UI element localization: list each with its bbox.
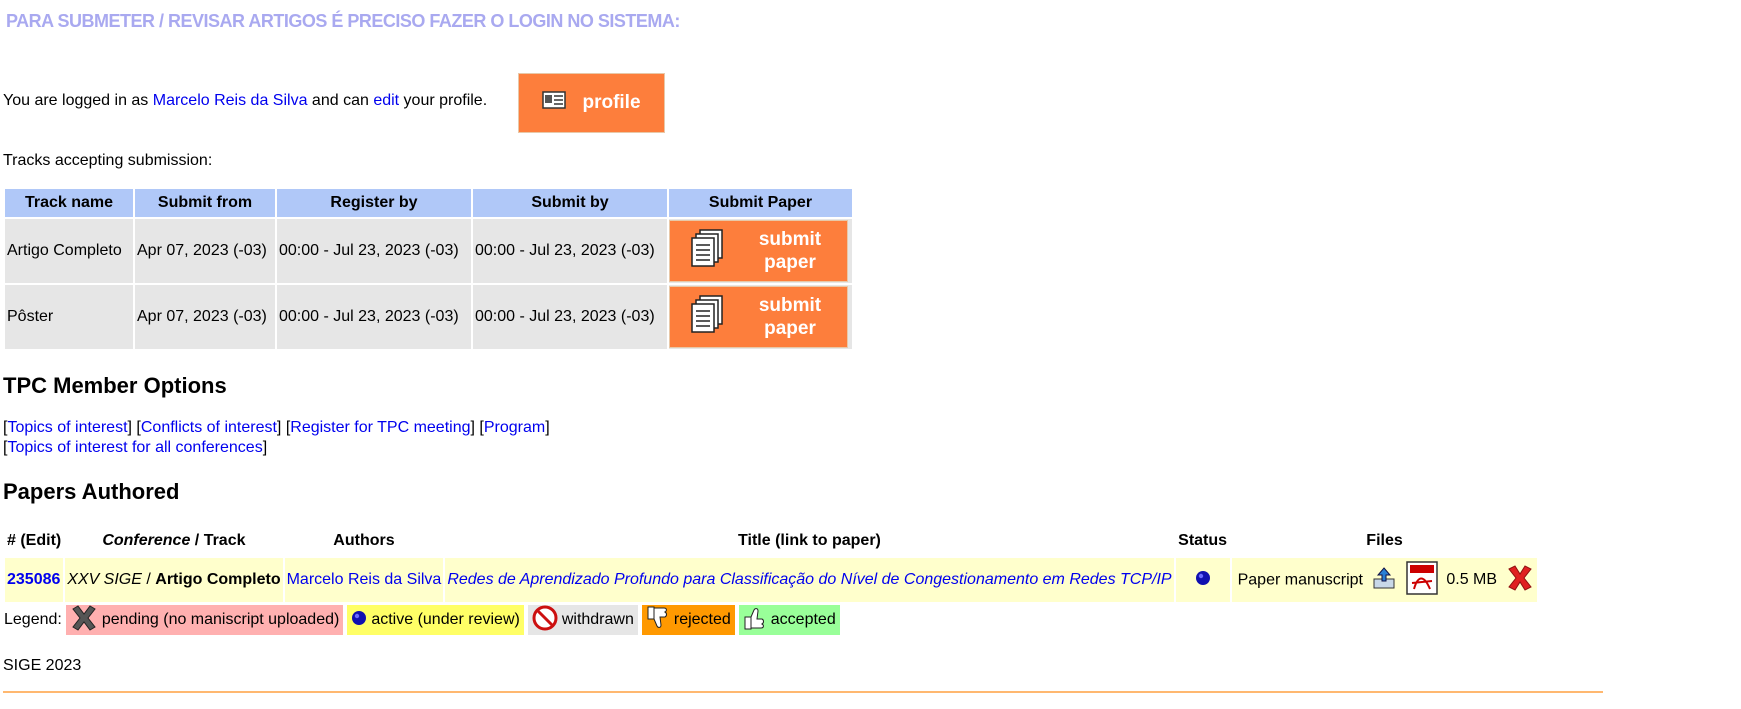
profile-button[interactable]: profile	[518, 73, 665, 133]
legend-label: Legend:	[4, 611, 62, 628]
tracks-label: Tracks accepting submission:	[3, 152, 213, 169]
table-row: Artigo Completo Apr 07, 2023 (-03) 00:00…	[5, 219, 852, 283]
footer-text: SIGE 2023	[3, 657, 82, 674]
legend-pending: pending (no maniscript uploaded)	[65, 604, 344, 637]
track-name: Pôster	[5, 285, 133, 349]
blue-dot-icon	[351, 610, 367, 631]
tpc-title: TPC Member Options	[3, 373, 227, 398]
track-name: Artigo Completo	[5, 219, 133, 283]
paper-conference: XXV SIGE	[67, 571, 142, 588]
submit-paper-label: submit paper	[740, 294, 840, 340]
submit-label-line2: paper	[764, 318, 816, 339]
footer-divider	[3, 691, 1603, 693]
no-entry-icon	[532, 605, 558, 636]
submit-by: 00:00 - Jul 23, 2023 (-03)	[473, 285, 667, 349]
legend-accepted: accepted	[738, 605, 840, 636]
x-icon	[70, 604, 98, 637]
col-submit-from: Submit from	[135, 189, 275, 217]
tracks-table: Track name Submit from Register by Submi…	[3, 187, 854, 351]
register-tpc-meeting-link[interactable]: Register for TPC meeting	[290, 419, 470, 436]
submit-paper-cell: submit paper	[669, 219, 852, 283]
legend-active-text: active (under review)	[371, 611, 520, 628]
thumbs-down-icon	[646, 605, 670, 636]
conflicts-of-interest-link[interactable]: Conflicts of interest	[141, 419, 277, 436]
submit-paper-button[interactable]: submit paper	[669, 220, 848, 282]
login-banner: PARA SUBMETER / REVISAR ARTIGOS É PRECIS…	[6, 11, 680, 31]
user-name-link[interactable]: Marcelo Reis da Silva	[153, 92, 308, 109]
register-by: 00:00 - Jul 23, 2023 (-03)	[277, 285, 471, 349]
documents-icon	[690, 294, 726, 340]
papers-header-row: # (Edit) Conference / Track Authors Titl…	[5, 526, 1537, 556]
legend-pending-text: pending (no maniscript uploaded)	[101, 611, 340, 628]
papers-table: # (Edit) Conference / Track Authors Titl…	[3, 524, 1539, 604]
submit-from: Apr 07, 2023 (-03)	[135, 285, 275, 349]
tpc-links: [Topics of interest] [Conflicts of inter…	[3, 419, 550, 456]
submit-by: 00:00 - Jul 23, 2023 (-03)	[473, 219, 667, 283]
paper-id-cell: 235086	[5, 558, 64, 602]
register-by: 00:00 - Jul 23, 2023 (-03)	[277, 219, 471, 283]
submit-paper-button[interactable]: submit paper	[669, 286, 848, 348]
legend: Legend: pending (no maniscript uploaded)…	[4, 604, 840, 637]
topics-all-conferences-link[interactable]: Topics of interest for all conferences	[7, 439, 262, 456]
table-row: 235086 XXV SIGE / Artigo Completo Marcel…	[5, 558, 1538, 602]
title-cell: Redes de Aprendizado Profundo para Class…	[445, 558, 1174, 602]
col-register-by: Register by	[277, 189, 471, 217]
paper-track: Artigo Completo	[155, 571, 281, 588]
col-authors: Authors	[333, 532, 395, 549]
submit-label-line2: paper	[764, 252, 816, 273]
login-middle: and can	[307, 92, 374, 109]
paper-id-link[interactable]: 235086	[7, 571, 60, 588]
col-submit-paper: Submit Paper	[669, 189, 852, 217]
files-cell: Paper manuscript 0.5 MB	[1231, 558, 1538, 602]
legend-withdrawn-text: withdrawn	[561, 611, 634, 628]
documents-icon	[690, 228, 726, 274]
author-link[interactable]: Marcelo Reis da Silva	[287, 571, 442, 588]
submit-label-line1: submit	[758, 295, 822, 316]
conference-track-cell: XXV SIGE / Artigo Completo	[65, 558, 283, 602]
tracks-header-row: Track name Submit from Register by Submi…	[5, 189, 852, 217]
col-conference: Conference	[102, 532, 191, 549]
col-track: Track	[203, 532, 246, 549]
submit-label-line1: submit	[758, 229, 822, 250]
login-suffix: your profile.	[399, 92, 488, 109]
col-title: Title (link to paper)	[738, 532, 881, 549]
legend-rejected: rejected	[641, 605, 735, 636]
legend-withdrawn: withdrawn	[527, 605, 638, 636]
profile-button-label: profile	[582, 92, 641, 113]
submit-paper-cell: submit paper	[669, 285, 852, 349]
blue-dot-icon	[1195, 570, 1211, 591]
col-status: Status	[1178, 532, 1228, 549]
file-label: Paper manuscript	[1237, 571, 1363, 589]
col-slash: /	[190, 532, 204, 549]
thumbs-up-icon	[743, 605, 767, 636]
col-id: # (Edit)	[7, 532, 62, 549]
table-row: Pôster Apr 07, 2023 (-03) 00:00 - Jul 23…	[5, 285, 852, 349]
legend-rejected-text: rejected	[673, 611, 731, 628]
submit-paper-label: submit paper	[740, 228, 840, 274]
papers-title: Papers Authored	[3, 479, 180, 504]
topics-of-interest-link[interactable]: Topics of interest	[7, 419, 127, 436]
col-submit-by: Submit by	[473, 189, 667, 217]
col-conference-track: Conference / Track	[65, 526, 282, 556]
delete-x-icon[interactable]	[1505, 563, 1535, 598]
legend-accepted-text: accepted	[770, 611, 836, 628]
upload-icon[interactable]	[1371, 565, 1397, 596]
profile-card-icon	[542, 90, 567, 116]
paper-title-link[interactable]: Redes de Aprendizado Profundo para Class…	[447, 571, 1171, 588]
edit-profile-link[interactable]: edit	[373, 92, 399, 109]
login-prefix: You are logged in as	[3, 92, 153, 109]
pdf-icon[interactable]	[1406, 560, 1438, 600]
program-link[interactable]: Program	[484, 419, 545, 436]
login-status: You are logged in as Marcelo Reis da Sil…	[3, 92, 487, 110]
submit-from: Apr 07, 2023 (-03)	[135, 219, 275, 283]
legend-active: active (under review)	[347, 605, 524, 635]
col-files: Files	[1366, 532, 1403, 549]
status-cell	[1175, 558, 1230, 602]
file-size: 0.5 MB	[1446, 571, 1498, 589]
authors-cell: Marcelo Reis da Silva	[284, 558, 444, 602]
col-track-name: Track name	[5, 189, 133, 217]
